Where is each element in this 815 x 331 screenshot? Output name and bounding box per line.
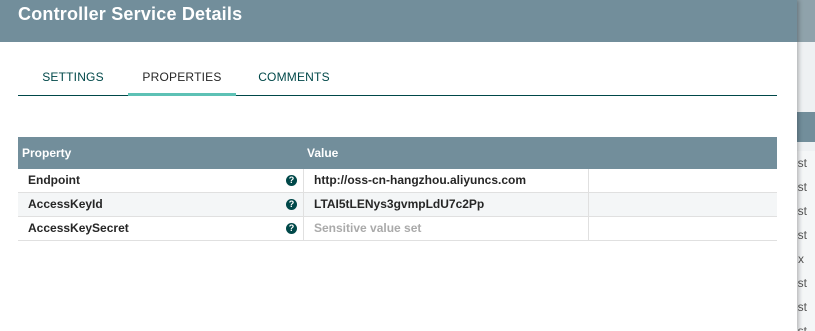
- controller-service-dialog: Controller Service Details SETTINGS PROP…: [0, 0, 797, 331]
- table-row[interactable]: Endpoint ? http://oss-cn-hangzhou.aliyun…: [18, 169, 777, 193]
- help-icon[interactable]: ?: [286, 199, 297, 210]
- column-divider: [588, 193, 589, 216]
- background-cell: est: [797, 199, 815, 224]
- column-divider: [303, 217, 304, 240]
- tab-settings-label: SETTINGS: [42, 70, 104, 84]
- help-icon[interactable]: ?: [286, 223, 297, 234]
- properties-table: Property Value Endpoint ? http://oss-cn-…: [18, 137, 777, 241]
- column-divider: [588, 217, 589, 240]
- property-name: Endpoint: [28, 173, 80, 187]
- tab-properties-label: PROPERTIES: [142, 70, 222, 84]
- tab-bar: SETTINGS PROPERTIES COMMENTS: [18, 60, 777, 96]
- column-divider: [303, 169, 304, 192]
- table-header: Property Value: [18, 137, 777, 169]
- property-value[interactable]: LTAI5tLENys3gvmpLdU7c2Pp: [314, 193, 484, 216]
- tab-comments[interactable]: COMMENTS: [247, 60, 341, 95]
- background-cell: est: [797, 319, 815, 331]
- background-cell: est: [797, 271, 815, 296]
- sensitive-property-value[interactable]: Sensitive value set: [314, 217, 421, 240]
- property-value[interactable]: http://oss-cn-hangzhou.aliyuncs.com: [314, 169, 526, 192]
- background-cell: est: [797, 151, 815, 176]
- column-divider: [588, 169, 589, 192]
- background-header: [797, 0, 815, 42]
- tab-settings[interactable]: SETTINGS: [18, 60, 128, 95]
- background-cell: est: [797, 295, 815, 320]
- table-row[interactable]: AccessKeyId ? LTAI5tLENys3gvmpLdU7c2Pp: [18, 193, 777, 217]
- table-row[interactable]: AccessKeySecret ? Sensitive value set: [18, 217, 777, 241]
- active-tab-indicator: [128, 93, 236, 96]
- dialog-title: Controller Service Details: [18, 4, 243, 24]
- background-table-header: [797, 112, 815, 142]
- tab-properties[interactable]: PROPERTIES: [128, 60, 236, 96]
- column-divider: [303, 193, 304, 216]
- background-cell: est: [797, 175, 815, 200]
- background-cell: est: [797, 223, 815, 248]
- column-header-property[interactable]: Property: [22, 137, 71, 169]
- tab-comments-label: COMMENTS: [258, 70, 330, 84]
- property-name: AccessKeySecret: [28, 221, 129, 235]
- dialog-header: Controller Service Details: [0, 0, 797, 42]
- help-icon[interactable]: ?: [286, 175, 297, 186]
- background-page: est est est est x est est est: [797, 0, 815, 331]
- column-header-value[interactable]: Value: [307, 137, 338, 169]
- background-cell: x: [797, 247, 815, 272]
- property-name: AccessKeyId: [28, 197, 103, 211]
